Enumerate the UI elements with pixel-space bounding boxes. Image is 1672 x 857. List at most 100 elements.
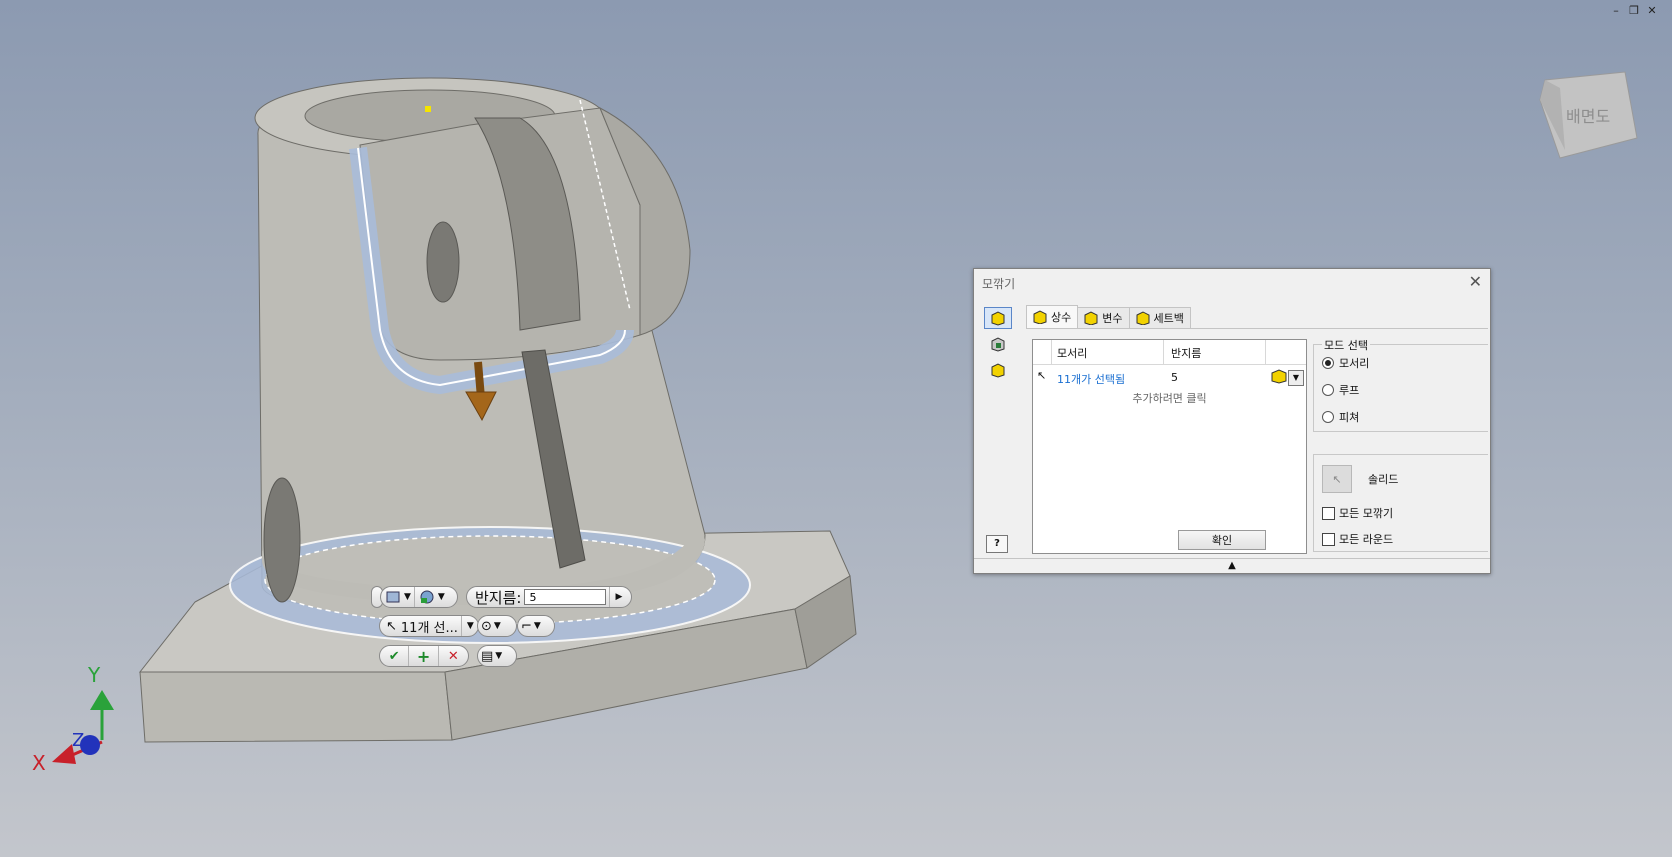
add-row-hint[interactable]: 추가하려면 클릭	[1033, 390, 1306, 406]
all-fillets-checkbox[interactable]: 모든 모깎기	[1322, 505, 1393, 521]
solid-select-button[interactable]: ↖	[1322, 465, 1352, 493]
radius-field-group: 반지름: ▶	[466, 586, 632, 608]
loop-icon: ⊙	[481, 618, 492, 634]
face-fillet-button[interactable]	[984, 333, 1012, 355]
solid-group: ↖ 솔리드 모든 모깎기 모든 라운드	[1313, 454, 1488, 552]
column-edges: 모서리	[1057, 347, 1088, 360]
mode-loop-radio[interactable]: 루프	[1322, 382, 1359, 398]
window-controls: – ❐ ✕	[1610, 4, 1658, 18]
all-rounds-checkbox[interactable]: 모든 라운드	[1322, 531, 1393, 547]
dialog-expand-bar[interactable]: ▲	[974, 558, 1490, 573]
mode-select-group: 모드 선택 모서리 루프 피쳐	[1313, 337, 1488, 432]
pointer-icon: ↖	[1332, 472, 1342, 486]
chevron-right-icon: ▶	[615, 592, 623, 602]
tab-label: 상수	[1051, 311, 1072, 324]
edge-radius-grid: 모서리 반지름 ↖ 11개가 선택됨 5 ▼ 추가하려면 클릭 확인	[1032, 339, 1307, 554]
chevron-down-icon: ▼	[533, 621, 541, 631]
edge-fillet-icon	[991, 311, 1005, 326]
full-round-fillet-button[interactable]	[984, 359, 1012, 381]
checkbox-label: 모든 라운드	[1339, 533, 1394, 546]
radius-expand-button[interactable]: ▶	[610, 587, 625, 607]
variable-fillet-icon	[1084, 311, 1098, 325]
face-fillet-icon	[991, 337, 1005, 352]
loop-select-button[interactable]: ⊙ ▼	[477, 615, 517, 637]
constant-panel: 모서리 반지름 ↖ 11개가 선택됨 5 ▼ 추가하려면 클릭 확인 모드 선택	[1026, 328, 1488, 554]
grid-row[interactable]: ↖ 11개가 선택됨 5 ▼	[1033, 368, 1306, 388]
pointer-icon: ↖	[386, 618, 397, 634]
setback-select-button[interactable]: ⌐ ▼	[517, 615, 555, 637]
radio-label: 모서리	[1339, 357, 1370, 370]
plus-icon: +	[416, 646, 431, 666]
x-icon: ✕	[447, 648, 459, 664]
tab-variable[interactable]: 변수	[1077, 307, 1130, 328]
fillet-tabs: 상수 변수 세트백	[1026, 305, 1191, 328]
radio-label: 피쳐	[1339, 411, 1360, 424]
ok-button[interactable]: 확인	[1178, 530, 1266, 550]
chevron-down-icon: ▼	[493, 621, 501, 631]
commit-group: ✔ + ✕	[379, 645, 469, 667]
solid-icon	[386, 591, 400, 603]
row-radius-value[interactable]: 5	[1171, 371, 1178, 384]
fillet-profile-icon	[1271, 369, 1287, 384]
mode-edge-radio[interactable]: 모서리	[1322, 355, 1369, 371]
corner-icon: ⌐	[521, 618, 532, 634]
minimize-icon[interactable]: –	[1610, 4, 1622, 18]
fillet-type-bar	[984, 307, 1014, 385]
fillet-dialog: 모깎기 ✕ 상수 변수 세트백 모서리 반지름 ↖ 11개가 선택됨 5 ▼ 추…	[973, 268, 1491, 574]
selection-point	[425, 106, 431, 112]
chevron-down-icon: ▼	[404, 592, 411, 602]
solid-select-button[interactable]: ▼	[381, 587, 415, 607]
row-pointer-icon: ↖	[1037, 369, 1047, 382]
checkbox-indicator	[1322, 532, 1335, 546]
tab-constant[interactable]: 상수	[1026, 305, 1079, 328]
solid-label: 솔리드	[1368, 473, 1399, 486]
profile-dropdown[interactable]: ▼	[1288, 370, 1304, 386]
side-hole	[263, 477, 301, 603]
edge-select-button[interactable]: ▼	[415, 587, 448, 607]
tab-label: 세트백	[1153, 312, 1184, 325]
mode-feature-radio[interactable]: 피쳐	[1322, 409, 1359, 425]
radio-indicator	[1322, 384, 1334, 396]
axis-x-label: X	[32, 751, 46, 775]
radio-indicator	[1322, 357, 1334, 369]
tab-setback[interactable]: 세트백	[1128, 307, 1191, 328]
axis-z-label: Z	[72, 730, 84, 751]
expand-icon: ▲	[1228, 560, 1236, 571]
checkbox-indicator	[1322, 506, 1335, 520]
viewcube-label[interactable]: 배면도	[1566, 107, 1610, 126]
selection-count-label: 11개 선...	[400, 620, 458, 636]
checkbox-label: 모든 모깎기	[1339, 507, 1394, 520]
chevron-down-icon: ▼	[495, 651, 503, 661]
edge-select-icon	[420, 590, 434, 604]
options-button[interactable]: ▤ ▼	[477, 645, 517, 667]
chevron-down-icon: ▼	[466, 621, 474, 631]
selected-edges-count[interactable]: 11개가 선택됨	[1057, 371, 1125, 387]
radius-input[interactable]	[524, 589, 607, 605]
mode-group-title: 모드 선택	[1322, 337, 1370, 353]
form-icon: ▤	[481, 648, 494, 664]
full-round-icon	[991, 363, 1005, 378]
edge-fillet-button[interactable]	[984, 307, 1012, 329]
3d-viewport[interactable]: 배면도 Y X Z – ❐ ✕ ▼ ▼ 반지름: 5 ▶ ↖ 11개 선... …	[0, 0, 1672, 857]
radius-label: 반지름:	[475, 588, 522, 607]
radio-indicator	[1322, 411, 1334, 423]
mini-toolbar-mode-group: ▼ ▼	[380, 586, 458, 608]
radio-label: 루프	[1339, 384, 1360, 397]
close-icon[interactable]: ✕	[1646, 4, 1658, 18]
help-button[interactable]: ?	[986, 535, 1008, 553]
tab-label: 변수	[1102, 312, 1123, 325]
column-radius: 반지름	[1171, 347, 1202, 360]
constant-fillet-icon	[1033, 310, 1047, 324]
axis-y-arrow	[90, 690, 114, 710]
dialog-close-button[interactable]: ✕	[1469, 272, 1482, 291]
restore-icon[interactable]: ❐	[1628, 4, 1640, 18]
cancel-button[interactable]: ✕	[439, 646, 468, 666]
dialog-title: 모깎기	[982, 277, 1016, 291]
base-plate-front-left	[139, 671, 453, 743]
apply-and-continue-button[interactable]: +	[409, 646, 439, 666]
checkmark-icon: ✔	[388, 648, 400, 664]
chevron-down-icon: ▼	[437, 592, 445, 602]
selection-dropdown[interactable]: ↖ 11개 선... ▼	[379, 615, 479, 637]
bracket-hole	[426, 221, 460, 303]
apply-button[interactable]: ✔	[380, 646, 410, 666]
